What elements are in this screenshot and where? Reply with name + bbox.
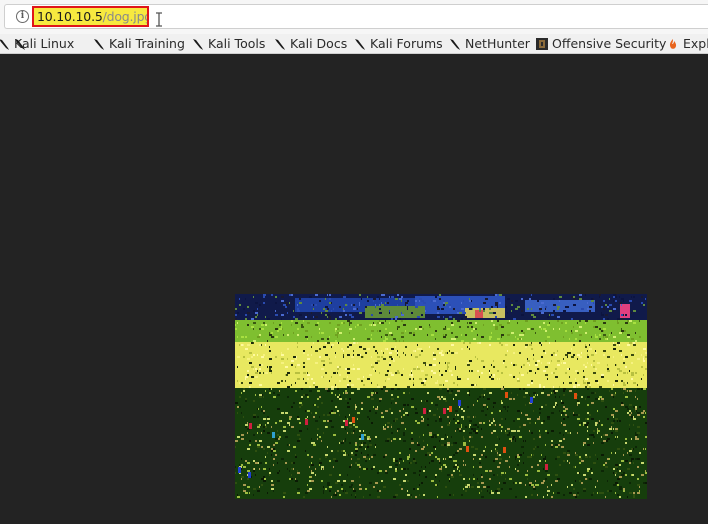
text-cursor-icon xyxy=(156,12,162,27)
bookmark-label: Offensive Security xyxy=(552,36,667,51)
bookmark-label: Kali Forums xyxy=(370,36,443,51)
kali-dragon-icon xyxy=(193,39,203,50)
kali-dragon-icon xyxy=(355,39,365,50)
bookmark-label: Explo xyxy=(683,36,708,51)
bookmark-label: NetHunter xyxy=(465,36,530,51)
corrupted-image-render xyxy=(235,294,647,499)
bookmark-label: Kali Training xyxy=(109,36,185,51)
kali-dragon-icon xyxy=(275,39,285,50)
url-host: 10.10.10.5 xyxy=(37,9,103,24)
kali-dragon-icon xyxy=(94,39,104,50)
exploit-db-icon xyxy=(669,39,677,49)
url-field[interactable]: i 10.10.10.5/dog.jpg xyxy=(4,4,708,29)
url-text-highlight[interactable]: 10.10.10.5/dog.jpg xyxy=(32,6,149,27)
kali-dragon-icon xyxy=(0,39,9,50)
bookmark-label: Kali Tools xyxy=(208,36,266,51)
bookmark-label: Kali Docs xyxy=(290,36,348,51)
bookmarks-toolbar: Kali Linux Kali Training Kali Tools Kali… xyxy=(0,34,708,54)
url-path: /dog.jpg xyxy=(102,9,149,24)
kali-dragon-icon xyxy=(15,39,25,50)
corrupted-dog-image xyxy=(235,294,647,499)
kali-dragon-icon xyxy=(450,39,460,50)
address-bar-area: i 10.10.10.5/dog.jpg xyxy=(0,0,708,34)
info-circle-icon[interactable]: i xyxy=(16,10,29,23)
offsec-icon xyxy=(536,38,548,50)
